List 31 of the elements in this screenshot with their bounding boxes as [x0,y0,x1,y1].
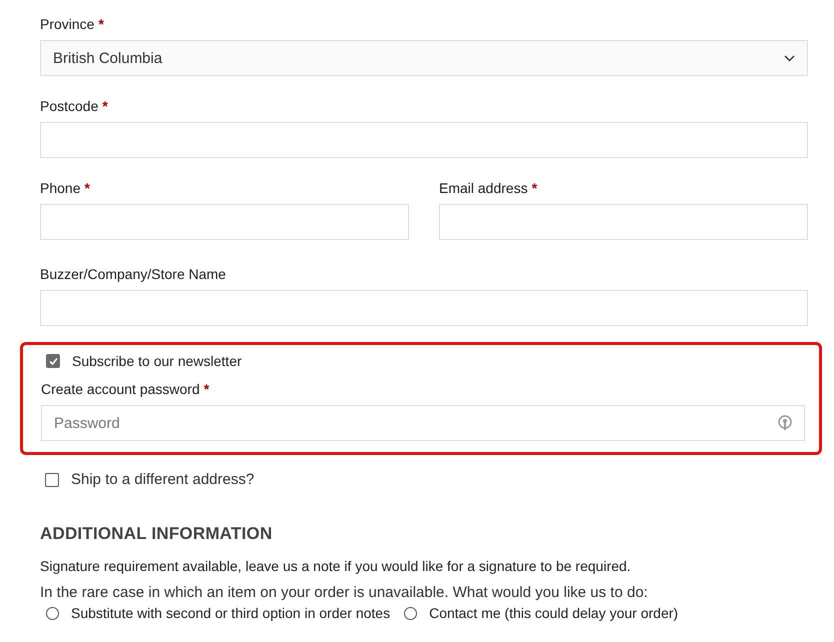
required-mark: * [98,16,104,32]
field-label: Province [40,16,94,32]
ship-checkbox[interactable] [45,472,59,486]
required-mark: * [532,180,538,196]
required-mark: * [102,98,108,114]
required-mark: * [84,180,90,196]
newsletter-checkbox[interactable] [46,354,60,368]
checkbox-label: Subscribe to our newsletter [72,353,242,369]
check-icon [48,356,58,366]
radio-button[interactable] [46,606,59,620]
chevron-down-icon [784,54,795,62]
input-field[interactable] [40,122,808,158]
checkbox-label: Ship to a different address? [71,471,254,488]
province-select[interactable]: British Columbia [40,40,808,76]
required-mark: * [204,381,210,397]
input-field[interactable] [439,204,808,240]
radio-label: Contact me (this could delay your order) [429,605,678,621]
key-icon [778,415,792,431]
radio-button[interactable] [404,606,418,620]
input-field[interactable] [40,204,409,240]
input-field[interactable] [40,290,808,326]
password-field[interactable]: Password [41,405,805,441]
radio-label: Substitute with second or third option in order notes [71,605,390,621]
signature-note: Signature requirement available, leave us a note if you would like for a signature to be required. [40,558,632,574]
section-heading: ADDITIONAL INFORMATION [40,524,274,544]
field-label: Postcode [40,98,98,114]
field-label: Create account password [41,381,200,397]
field-label: Phone [40,180,80,196]
field-label: Buzzer/Company/Store Name [40,266,226,282]
field-label: Email address [439,180,528,196]
question-text: In the rare case in which an item on your order is unavailable. What would you like us to do: [40,584,649,601]
